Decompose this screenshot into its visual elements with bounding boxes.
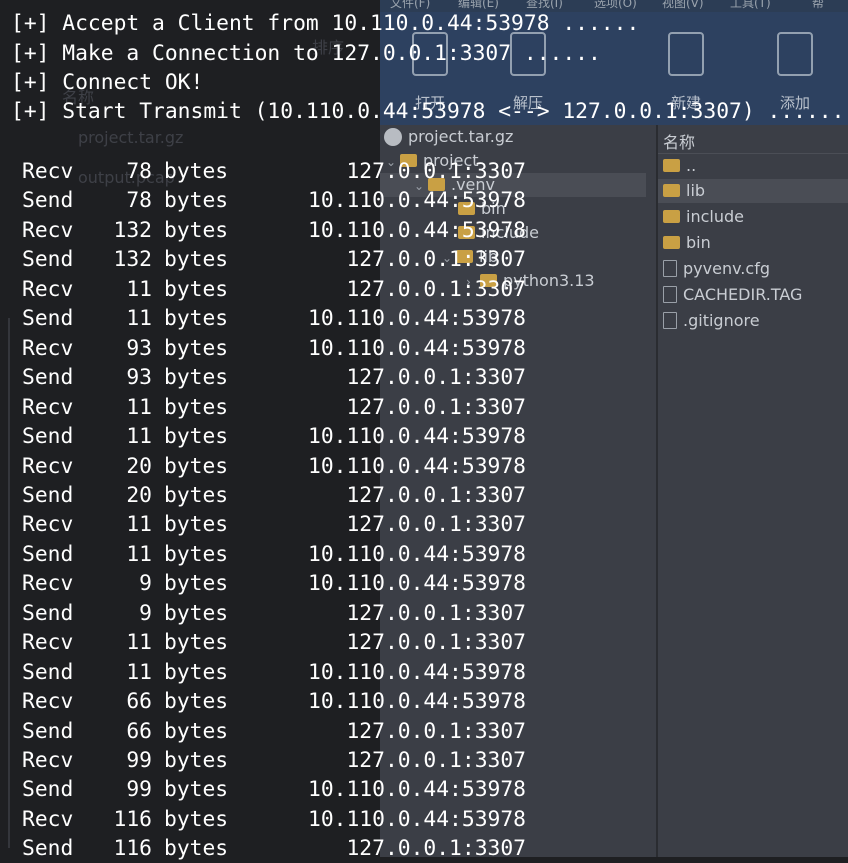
ghost-divider: [8, 318, 10, 848]
extract-icon: [510, 32, 546, 76]
new-archive-icon: [668, 32, 704, 76]
folder-icon: [480, 274, 497, 287]
chevron-down-icon: ⌄: [442, 251, 453, 265]
folder-icon: [663, 210, 680, 223]
tree-item-bin[interactable]: bin: [458, 197, 506, 221]
file-list: 名称 .. lib include bin pyvenv.cfg CACHEDI…: [658, 125, 848, 857]
ghost-file-0: project.tar.gz: [78, 128, 184, 147]
menu-bar: 文件(F) 编辑(E) 查找(I) 选项(O) 视图(V) 工具(T) 帮: [380, 0, 848, 12]
list-item-parent[interactable]: ..: [658, 154, 848, 178]
config-file-icon: [663, 260, 677, 277]
menu-options[interactable]: 选项(O): [594, 0, 637, 9]
folder-icon: [428, 178, 445, 191]
list-item-include[interactable]: include: [658, 205, 848, 229]
open-label: 打开: [414, 94, 445, 112]
file-manager-window: 文件(F) 编辑(E) 查找(I) 选项(O) 视图(V) 工具(T) 帮 打开…: [380, 0, 848, 857]
folder-icon: [663, 159, 680, 172]
list-item-gitignore[interactable]: .gitignore: [658, 309, 848, 333]
folder-icon: [458, 202, 475, 215]
menu-view[interactable]: 视图(V): [662, 0, 704, 9]
list-item-bin[interactable]: bin: [658, 231, 848, 255]
add-button[interactable]: 添加: [765, 30, 825, 125]
add-icon: [777, 32, 813, 76]
list-item-cachedir[interactable]: CACHEDIR.TAG: [658, 283, 848, 307]
tree-item-project[interactable]: ⌄ project: [386, 149, 479, 173]
tree-item-python[interactable]: › python3.13: [466, 269, 595, 293]
open-button[interactable]: 打开: [400, 30, 460, 125]
tree-item-venv[interactable]: ⌄ .venv: [380, 173, 646, 197]
toolbar: 打开 解压 新建 添加: [380, 12, 848, 125]
tree-item-lib[interactable]: ⌄ lib: [442, 245, 498, 269]
tree-item-archive[interactable]: project.tar.gz: [384, 125, 513, 149]
folder-icon: [456, 250, 473, 263]
menu-file[interactable]: 文件(F): [390, 0, 430, 9]
menu-find[interactable]: 查找(I): [526, 0, 563, 9]
new-archive-label: 新建: [670, 94, 701, 112]
name-column-header[interactable]: 名称: [663, 129, 695, 153]
menu-help[interactable]: 帮: [812, 0, 824, 9]
extract-button[interactable]: 解压: [498, 30, 558, 125]
ghost-file-1: output.pcap: [78, 168, 175, 187]
config-file-icon: [663, 312, 677, 329]
folder-icon: [400, 154, 417, 167]
list-item-lib[interactable]: lib: [658, 179, 848, 203]
chevron-down-icon: ⌄: [386, 155, 397, 169]
new-archive-button[interactable]: 新建: [656, 30, 716, 125]
chevron-down-icon: ⌄: [414, 179, 425, 193]
folder-icon: [663, 236, 680, 249]
name-column-header: 名称: [62, 88, 95, 107]
folder-icon: [458, 226, 475, 239]
archive-icon: [384, 127, 402, 146]
menu-tools[interactable]: 工具(T): [730, 0, 771, 9]
folder-icon: [663, 184, 680, 197]
chevron-right-icon: ›: [466, 275, 471, 289]
file-icon: [663, 286, 677, 303]
folder-tree: project.tar.gz ⌄ project ⌄ .venv bin inclu…: [380, 125, 656, 857]
extract-label: 解压: [512, 94, 543, 112]
menu-edit[interactable]: 编辑(E): [458, 0, 499, 9]
sort-label: 排序: [312, 38, 345, 57]
open-icon: [412, 32, 448, 76]
background-app-left: 排序 名称 project.tar.gz output.pcap: [0, 0, 380, 857]
add-label: 添加: [779, 94, 810, 112]
tree-item-include[interactable]: include: [458, 221, 539, 245]
list-item-pyvenv[interactable]: pyvenv.cfg: [658, 257, 848, 281]
